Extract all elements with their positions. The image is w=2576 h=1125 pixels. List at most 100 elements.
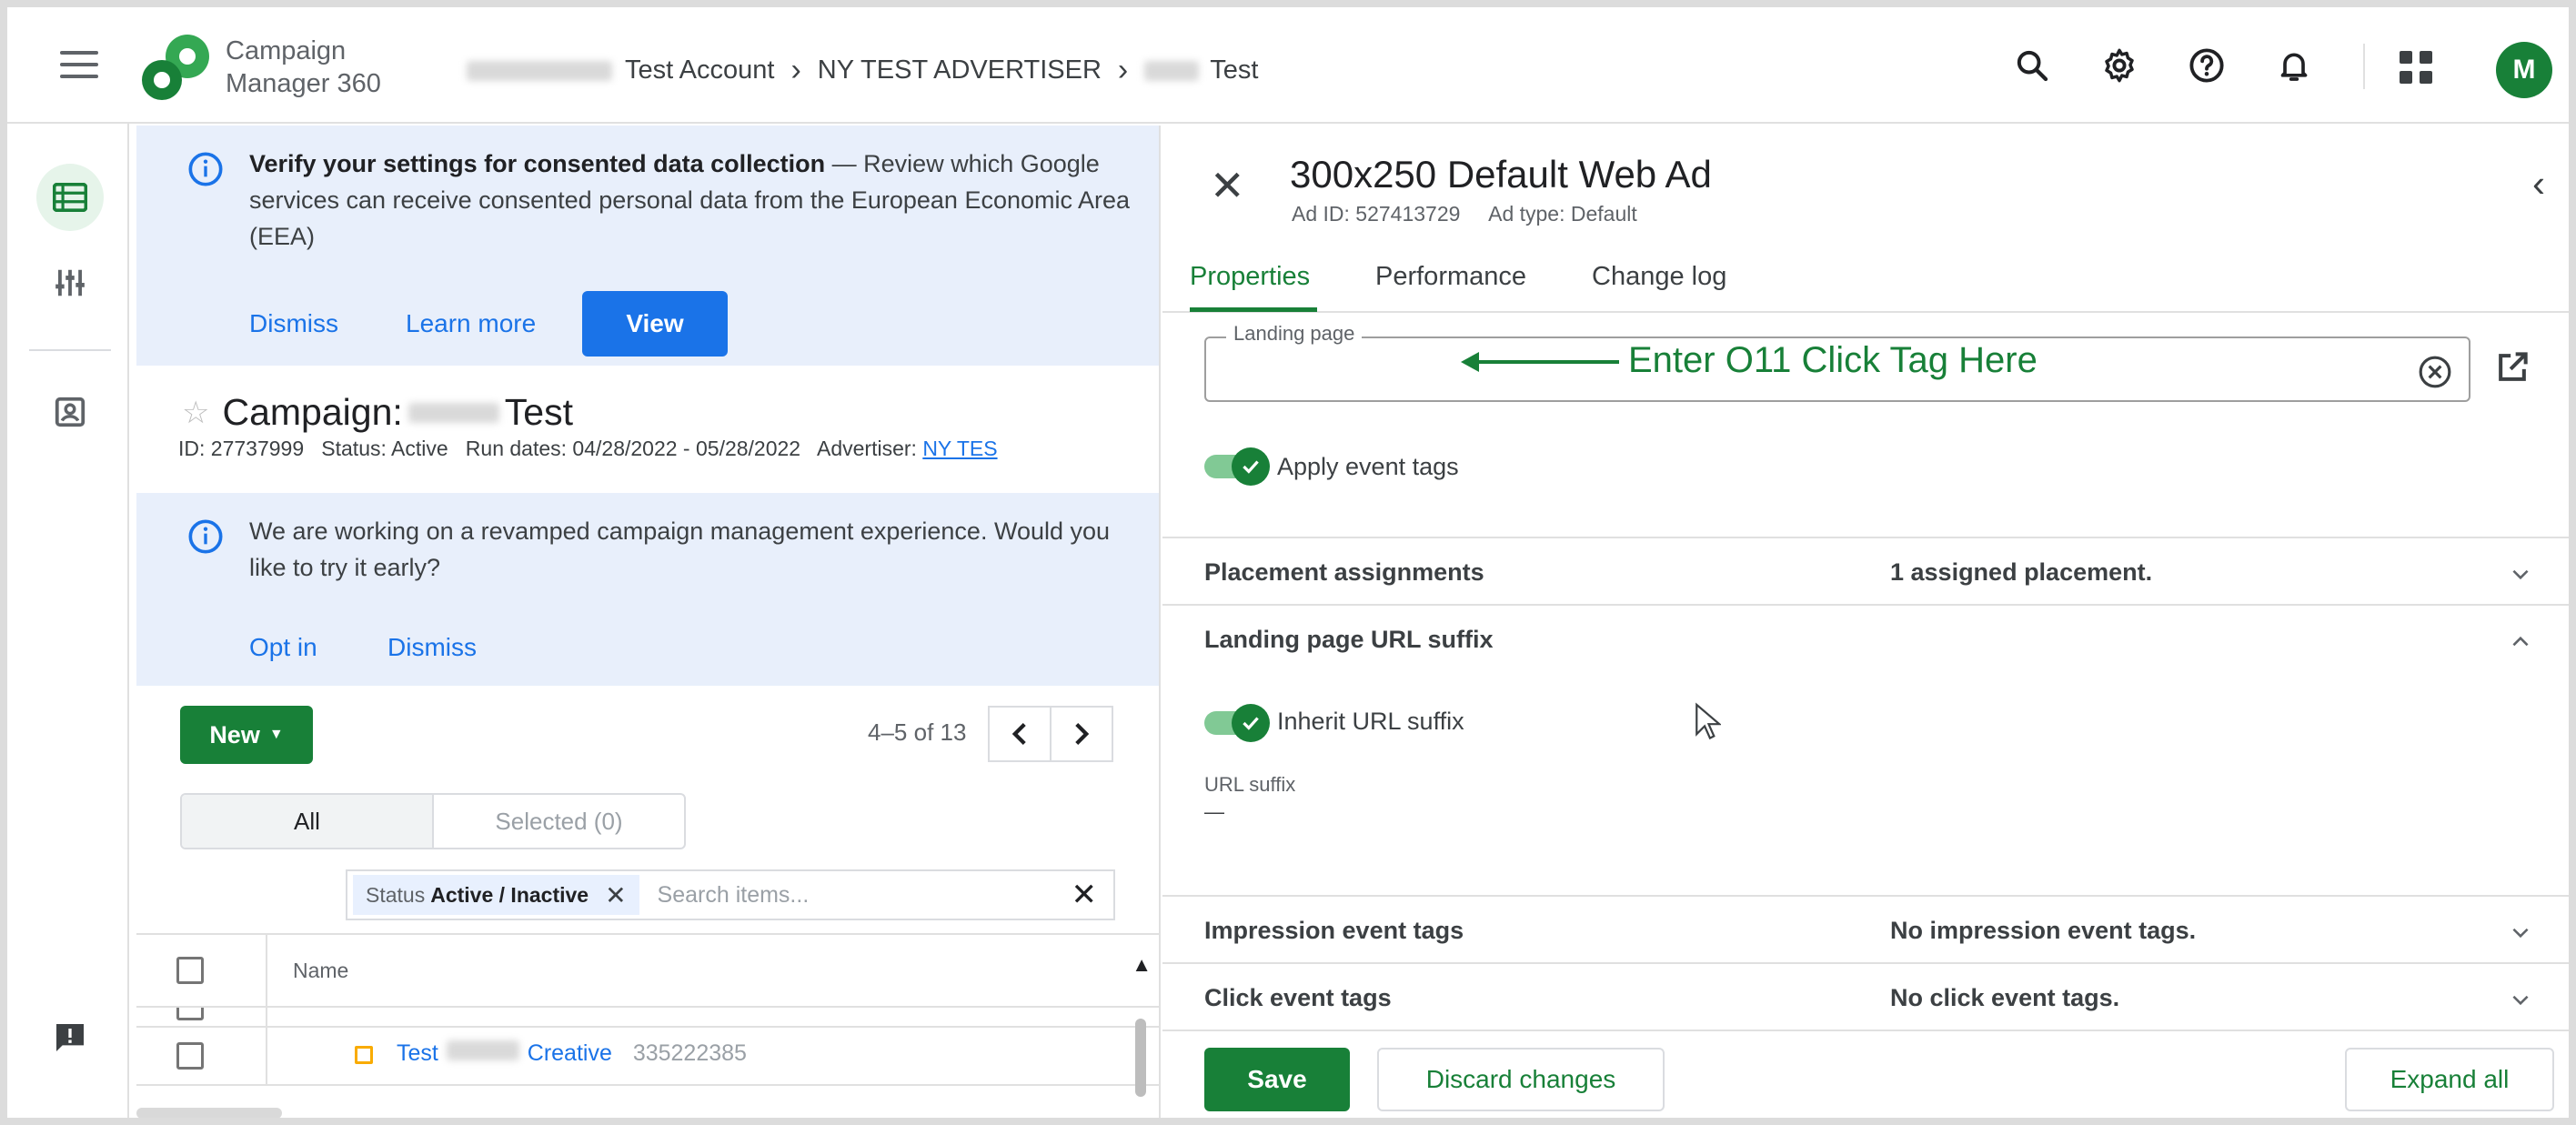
table-row[interactable]: Test Creative 335222385 <box>136 1028 1159 1086</box>
rail-account-button[interactable] <box>36 378 104 446</box>
list-icon <box>53 183 87 212</box>
row-checkbox[interactable] <box>176 1042 204 1070</box>
breadcrumb-account[interactable]: Test Account <box>625 55 774 85</box>
campaign-meta-text: ID: 27737999 Status: Active Run dates: 0… <box>178 437 923 460</box>
rail-divider <box>29 349 111 351</box>
sort-arrow-icon[interactable]: ▲ <box>1132 953 1152 977</box>
redacted-text <box>467 60 612 81</box>
tab-properties[interactable]: Properties <box>1190 262 1310 292</box>
tab-change-log[interactable]: Change log <box>1592 262 1726 292</box>
campaign-pane: Verify your settings for consented data … <box>131 126 1161 1118</box>
column-header-name[interactable]: Name <box>293 959 348 983</box>
menu-icon[interactable] <box>60 51 98 80</box>
save-button[interactable]: Save <box>1204 1048 1350 1111</box>
table-header: Name ▲ <box>136 933 1159 1009</box>
chevron-right-icon <box>1075 723 1090 745</box>
landing-page-label: Landing page <box>1226 322 1363 346</box>
section-title: Landing page URL suffix <box>1204 626 1494 653</box>
left-rail <box>7 124 129 1118</box>
redacted-text <box>408 402 499 423</box>
learn-more-link[interactable]: Learn more <box>406 309 536 338</box>
landing-page-url-suffix-section: Landing page URL suffix <box>1162 604 2569 899</box>
selection-toggle: All Selected (0) <box>180 793 686 849</box>
redacted-text <box>446 1040 519 1060</box>
close-icon[interactable]: ✕ <box>1210 165 1245 206</box>
star-icon[interactable]: ☆ <box>182 395 209 431</box>
campaign-title-prefix: Campaign: <box>222 391 403 433</box>
column-divider <box>266 1008 267 1026</box>
expand-all-button[interactable]: Expand all <box>2345 1048 2554 1111</box>
prev-page-button[interactable] <box>988 706 1052 762</box>
inherit-url-suffix-toggle[interactable] <box>1204 704 1272 742</box>
chevron-right-icon: › <box>1117 53 1129 87</box>
section-title: Impression event tags <box>1204 917 1464 944</box>
search-input[interactable] <box>657 881 1058 909</box>
next-page-button[interactable] <box>1050 706 1113 762</box>
check-icon <box>1243 460 1259 474</box>
breadcrumb-campaign[interactable]: Test <box>1210 55 1258 85</box>
rail-tune-button[interactable] <box>36 249 104 316</box>
vertical-scrollbar[interactable] <box>1135 1019 1146 1097</box>
table-row-partial <box>136 1008 1159 1028</box>
creative-icon <box>355 1046 373 1064</box>
section-title: Click event tags <box>1204 984 1392 1011</box>
ad-title: 300x250 Default Web Ad <box>1290 153 1712 196</box>
click-event-tags-section[interactable]: Click event tags No click event tags. <box>1162 962 2569 1030</box>
new-button[interactable]: New ▼ <box>180 706 313 764</box>
account-box-icon <box>55 397 86 427</box>
remove-filter-icon[interactable]: ✕ <box>605 880 626 910</box>
open-in-new-icon[interactable] <box>2492 347 2532 387</box>
gear-icon[interactable] <box>2096 42 2143 89</box>
status-filter-chip[interactable]: Status Active / Inactive ✕ <box>353 875 639 915</box>
top-bar: Campaign Manager 360 Test Account › NY T… <box>7 7 2569 124</box>
breadcrumb-advertiser[interactable]: NY TEST ADVERTISER <box>818 55 1102 85</box>
placement-assignments-section[interactable]: Placement assignments 1 assigned placeme… <box>1162 537 2569 604</box>
avatar[interactable]: M <box>2496 42 2552 98</box>
advertiser-link[interactable]: NY TES <box>922 437 997 460</box>
panel-footer: Save Discard changes Expand all <box>1162 1030 2569 1118</box>
impression-event-tags-section[interactable]: Impression event tags No impression even… <box>1162 895 2569 962</box>
revamp-dismiss-button[interactable]: Dismiss <box>387 633 477 662</box>
select-all-checkbox[interactable] <box>176 957 204 984</box>
toolbar-divider <box>2363 44 2365 89</box>
segment-selected[interactable]: Selected (0) <box>434 795 684 848</box>
consent-banner-title: Verify your settings for consented data … <box>249 150 826 177</box>
search-icon[interactable] <box>2008 42 2056 89</box>
rail-campaigns-button[interactable] <box>36 164 104 231</box>
clear-search-icon[interactable]: ✕ <box>1072 877 1098 913</box>
bell-icon[interactable] <box>2270 42 2318 89</box>
info-icon <box>188 152 223 186</box>
chevron-down-icon[interactable] <box>2509 988 2532 1011</box>
collapse-panel-icon[interactable]: ‹ <box>2532 162 2545 206</box>
chevron-down-icon[interactable] <box>2509 562 2532 586</box>
segment-all[interactable]: All <box>182 795 434 848</box>
filter-label: Status <box>366 882 426 907</box>
section-value: No click event tags. <box>1890 984 2120 1011</box>
apply-event-tags-label: Apply event tags <box>1277 453 1459 480</box>
row-name[interactable]: Test Creative 335222385 <box>397 1040 747 1067</box>
opt-in-button[interactable]: Opt in <box>249 633 317 662</box>
url-suffix-label: URL suffix <box>1204 773 1296 796</box>
rail-feedback-button[interactable] <box>36 1004 104 1071</box>
chevron-left-icon <box>1011 723 1026 745</box>
annotation-arrow-icon <box>1461 352 1619 372</box>
help-icon[interactable] <box>2183 42 2230 89</box>
discard-changes-button[interactable]: Discard changes <box>1377 1048 1665 1111</box>
brand-line-2: Manager 360 <box>226 69 381 98</box>
apply-event-tags-toggle[interactable] <box>1204 447 1272 486</box>
horizontal-scrollbar[interactable] <box>136 1108 282 1118</box>
campaign-meta: ID: 27737999 Status: Active Run dates: 0… <box>178 437 998 461</box>
view-button[interactable]: View <box>582 291 728 357</box>
section-value: No impression event tags. <box>1890 917 2197 944</box>
caret-down-icon: ▼ <box>268 727 284 742</box>
check-icon <box>1243 717 1259 730</box>
chevron-up-icon[interactable] <box>2509 629 2532 653</box>
row-checkbox[interactable] <box>176 1008 204 1020</box>
clear-icon[interactable] <box>2418 355 2452 389</box>
tune-icon <box>55 269 85 296</box>
chevron-down-icon[interactable] <box>2509 920 2532 944</box>
apps-icon[interactable] <box>2400 51 2432 84</box>
tab-performance[interactable]: Performance <box>1375 262 1526 292</box>
brand-name: Campaign Manager 360 <box>226 35 381 100</box>
consent-dismiss-button[interactable]: Dismiss <box>249 309 338 338</box>
